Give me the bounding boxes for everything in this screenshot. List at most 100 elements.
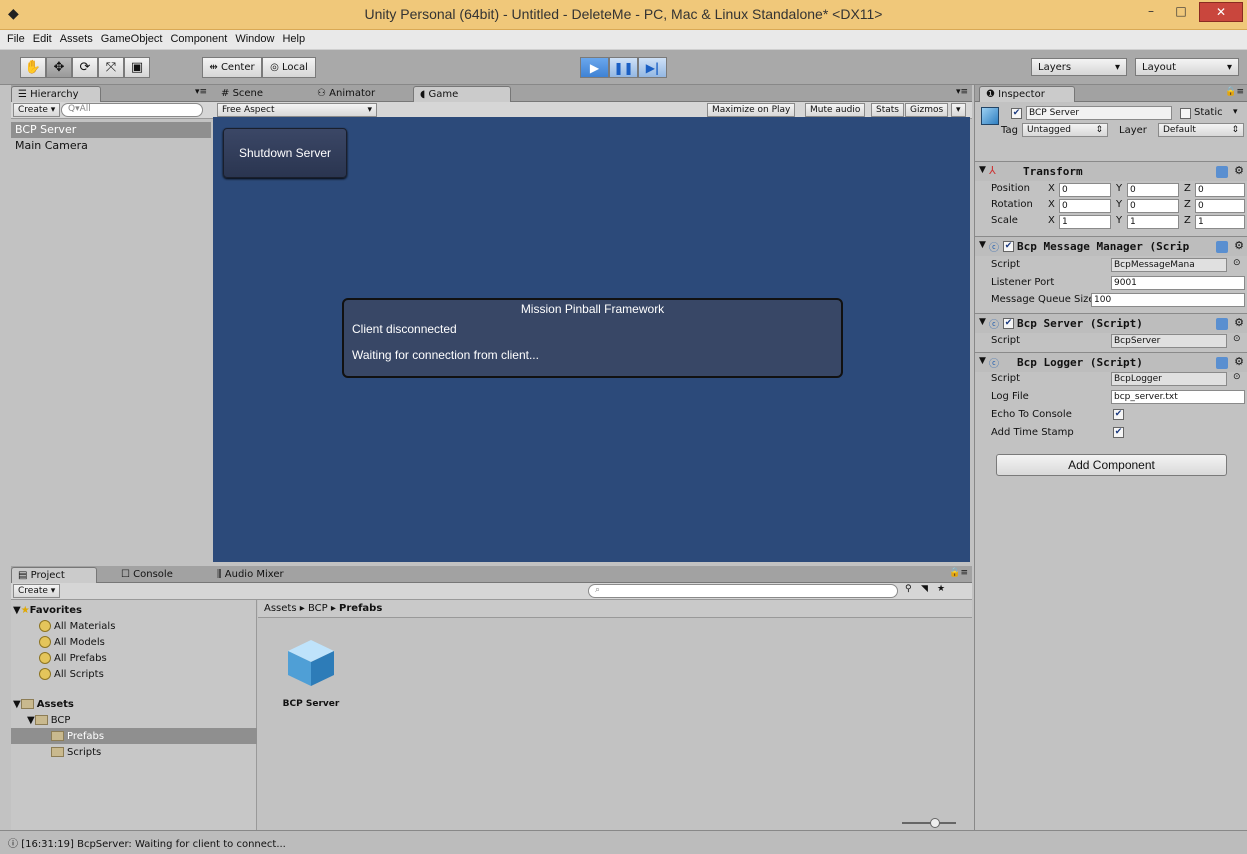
object-picker-icon[interactable]: ⊙	[1233, 258, 1241, 268]
mm-script-field[interactable]: BcpMessageMana	[1111, 258, 1227, 272]
help-icon[interactable]	[1216, 166, 1228, 178]
panel-menu-icon[interactable]: ▾≡	[956, 87, 968, 97]
tab-animator[interactable]: ⚇ Animator	[311, 86, 401, 102]
gizmos-toggle[interactable]: Gizmos	[905, 103, 949, 117]
foldout-arrow-icon[interactable]: ▼	[979, 317, 986, 327]
gear-icon[interactable]: ⚙	[1234, 316, 1244, 329]
foldout-arrow-icon[interactable]: ▼	[979, 356, 986, 366]
menu-help[interactable]: Help	[278, 30, 309, 48]
object-picker-icon[interactable]: ⊙	[1233, 334, 1241, 344]
project-create-button[interactable]: Create ▾	[13, 584, 61, 598]
log-file-field[interactable]: bcp_server.txt	[1111, 390, 1245, 404]
filter-by-type-icon[interactable]: ⚲	[905, 584, 912, 594]
foldout-arrow-icon[interactable]: ▼	[979, 165, 986, 175]
message-manager-enabled-checkbox[interactable]: ✔	[1003, 241, 1014, 252]
scale-tool-icon[interactable]: ⤧	[98, 57, 124, 78]
minimize-button[interactable]: –	[1137, 2, 1165, 22]
listener-port-field[interactable]: 9001	[1111, 276, 1245, 290]
slider-handle[interactable]	[930, 818, 940, 828]
gear-icon[interactable]: ⚙	[1234, 239, 1244, 252]
add-time-stamp-checkbox[interactable]: ✔	[1113, 427, 1124, 438]
prefabs-folder-node[interactable]: Prefabs	[11, 728, 257, 744]
menu-window[interactable]: Window	[231, 30, 278, 48]
queue-size-field[interactable]: 100	[1091, 293, 1245, 307]
stats-toggle[interactable]: Stats	[871, 103, 904, 117]
tab-audio-mixer[interactable]: ⫼ Audio Mixer	[211, 567, 311, 583]
scale-z-field[interactable]: 1	[1195, 215, 1245, 229]
favorites-node[interactable]: ▼ ★ Favorites	[13, 602, 82, 618]
foldout-arrow-icon[interactable]: ▼	[979, 240, 986, 250]
tab-inspector[interactable]: ❶ Inspector	[979, 86, 1075, 102]
hierarchy-item-main-camera[interactable]: Main Camera	[11, 138, 211, 154]
hierarchy-search-input[interactable]: Q▾All	[61, 103, 203, 117]
close-button[interactable]: ✕	[1199, 2, 1243, 22]
help-icon[interactable]	[1216, 357, 1228, 369]
pause-button[interactable]: ❚❚	[609, 57, 638, 78]
add-component-button[interactable]: Add Component	[996, 454, 1227, 476]
scale-x-field[interactable]: 1	[1059, 215, 1111, 229]
breadcrumb-bcp[interactable]: BCP	[308, 603, 328, 614]
breadcrumb-assets[interactable]: Assets	[264, 603, 297, 614]
position-z-field[interactable]: 0	[1195, 183, 1245, 197]
scripts-folder-node[interactable]: Scripts	[51, 744, 101, 760]
shutdown-server-button[interactable]: Shutdown Server	[223, 128, 347, 178]
space-local-toggle[interactable]: ◎ Local	[262, 57, 316, 78]
favorite-all-prefabs[interactable]: All Prefabs	[39, 650, 107, 666]
message-manager-header[interactable]: ▼ ⓒ ✔ Bcp Message Manager (Scrip ⚙	[975, 236, 1247, 256]
rotation-x-field[interactable]: 0	[1059, 199, 1111, 213]
transform-header[interactable]: ▼ ⅄ Transform ⚙	[975, 161, 1247, 181]
server-script-field[interactable]: BcpServer	[1111, 334, 1227, 348]
rotate-tool-icon[interactable]: ⟳	[72, 57, 98, 78]
hand-tool-icon[interactable]: ✋	[20, 57, 46, 78]
help-icon[interactable]	[1216, 318, 1228, 330]
gear-icon[interactable]: ⚙	[1234, 164, 1244, 177]
hierarchy-create-button[interactable]: Create ▾	[13, 103, 61, 117]
layers-dropdown[interactable]: Layers ▾	[1031, 58, 1127, 76]
play-button[interactable]: ▶	[580, 57, 609, 78]
object-picker-icon[interactable]: ⊙	[1233, 372, 1241, 382]
favorite-all-materials[interactable]: All Materials	[39, 618, 115, 634]
menu-gameobject[interactable]: GameObject	[97, 30, 167, 48]
gizmos-dropdown-icon[interactable]: ▾	[951, 103, 966, 117]
position-x-field[interactable]: 0	[1059, 183, 1111, 197]
panel-menu-icon[interactable]: ▾≡	[195, 87, 207, 97]
mute-audio-toggle[interactable]: Mute audio	[805, 103, 866, 117]
position-y-field[interactable]: 0	[1127, 183, 1179, 197]
echo-to-console-checkbox[interactable]: ✔	[1113, 409, 1124, 420]
status-bar[interactable]: ⓘ [16:31:19] BcpServer: Waiting for clie…	[0, 830, 1247, 854]
scale-y-field[interactable]: 1	[1127, 215, 1179, 229]
filter-by-label-icon[interactable]: ◥	[921, 584, 928, 594]
gameobject-active-checkbox[interactable]: ✔	[1011, 108, 1022, 119]
icon-size-slider[interactable]	[902, 822, 956, 824]
hierarchy-item-bcp-server[interactable]: BCP Server	[11, 122, 211, 138]
menu-file[interactable]: File	[0, 30, 29, 48]
static-dropdown-icon[interactable]: ▾	[1233, 107, 1238, 117]
maximize-on-play-toggle[interactable]: Maximize on Play	[707, 103, 796, 117]
project-search-input[interactable]: ⌕	[588, 584, 898, 598]
menu-edit[interactable]: Edit	[29, 30, 56, 48]
bcp-server-prefab-asset[interactable]: BCP Server	[276, 636, 346, 709]
tab-game[interactable]: ◖ Game	[413, 86, 511, 102]
menu-assets[interactable]: Assets	[56, 30, 97, 48]
tab-project[interactable]: ▤ Project	[11, 567, 97, 583]
tab-hierarchy[interactable]: ☰ Hierarchy	[11, 86, 101, 102]
static-checkbox[interactable]	[1180, 108, 1191, 119]
layout-dropdown[interactable]: Layout ▾	[1135, 58, 1239, 76]
lock-icon[interactable]: 🔒≡	[1225, 87, 1244, 97]
lock-icon[interactable]: 🔒≡	[949, 568, 968, 578]
bcp-server-header[interactable]: ▼ ⓒ ✔ Bcp Server (Script) ⚙	[975, 313, 1247, 333]
tag-dropdown[interactable]: Untagged ⇕	[1022, 123, 1108, 137]
rect-tool-icon[interactable]: ▣	[124, 57, 150, 78]
aspect-dropdown[interactable]: Free Aspect ▾	[217, 103, 377, 117]
logger-script-field[interactable]: BcpLogger	[1111, 372, 1227, 386]
rotation-z-field[interactable]: 0	[1195, 199, 1245, 213]
tab-scene[interactable]: # Scene	[215, 86, 295, 102]
pivot-center-toggle[interactable]: ⇹ Center	[202, 57, 262, 78]
assets-node[interactable]: ▼ Assets	[13, 696, 74, 712]
favorite-all-models[interactable]: All Models	[39, 634, 105, 650]
layer-dropdown[interactable]: Default ⇕	[1158, 123, 1244, 137]
bcp-folder-node[interactable]: ▼ BCP	[27, 712, 70, 728]
gameobject-name-field[interactable]: BCP Server	[1026, 106, 1172, 120]
tab-console[interactable]: ☐ Console	[115, 567, 195, 583]
step-button[interactable]: ▶|	[638, 57, 667, 78]
